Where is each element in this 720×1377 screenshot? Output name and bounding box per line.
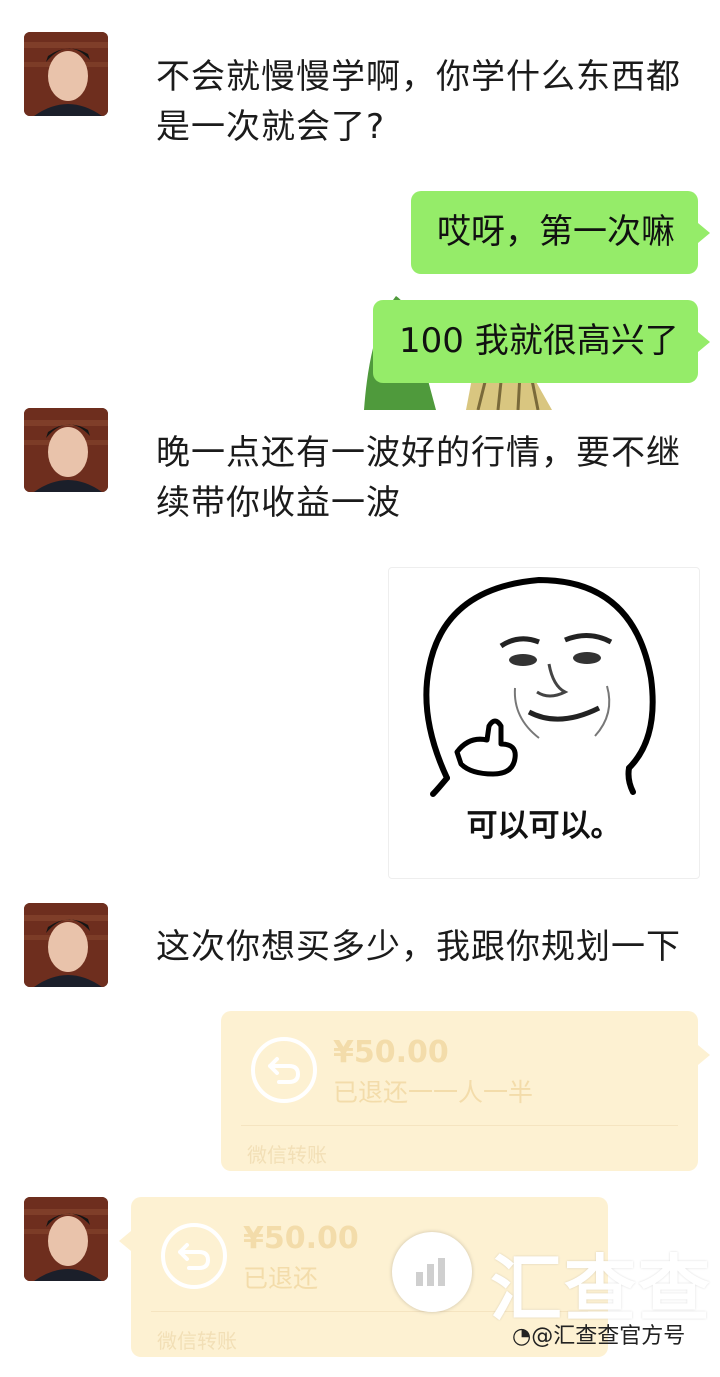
divider bbox=[241, 1125, 678, 1126]
return-arrow-icon bbox=[251, 1037, 317, 1103]
sent-message-bubble[interactable]: 哎呀，第一次嘛 bbox=[411, 191, 710, 274]
contact-avatar[interactable] bbox=[24, 903, 108, 987]
bubble-tail bbox=[698, 1045, 710, 1065]
message-line: 是一次就会了? bbox=[156, 107, 386, 147]
portrait-image bbox=[24, 408, 108, 492]
message-line: 续带你收益一波 bbox=[156, 483, 401, 523]
transfer-footer-label: 微信转账 bbox=[157, 1329, 237, 1353]
portrait-image bbox=[24, 32, 108, 116]
sticker-caption: 可以可以。 bbox=[466, 808, 622, 844]
watermark-credit-text: @汇查查官方号 bbox=[531, 1324, 686, 1349]
contact-avatar[interactable] bbox=[24, 408, 108, 492]
message-line: 晚一点还有一波好的行情，要不继 bbox=[156, 433, 681, 473]
watermark-logo-icon bbox=[392, 1232, 472, 1312]
weibo-icon: ◔ bbox=[512, 1324, 532, 1349]
message-text: 哎呀，第一次嘛 bbox=[437, 212, 675, 252]
transfer-amount: ¥50.00 bbox=[333, 1035, 449, 1070]
bubble-tail bbox=[698, 223, 710, 243]
sent-message-bubble[interactable]: 100 我就很高兴了 bbox=[373, 300, 710, 383]
thumbs-up-face-sticker-image bbox=[423, 576, 656, 797]
contact-avatar[interactable] bbox=[24, 1197, 108, 1281]
received-message-text: 这次你想买多少，我跟你规划一下 bbox=[156, 927, 681, 967]
transfer-status: 已退还一一人一半 bbox=[333, 1078, 534, 1107]
transfer-status: 已退还 bbox=[243, 1264, 319, 1293]
portrait-image bbox=[24, 903, 108, 987]
wechat-transfer-card[interactable]: ¥50.00 已退还一一人一半 微信转账 bbox=[221, 1011, 710, 1171]
message-text: 100 我就很高兴了 bbox=[399, 321, 679, 361]
bubble-tail bbox=[119, 1231, 131, 1251]
return-arrow-icon bbox=[161, 1223, 227, 1289]
watermark-credit: ◔@汇查查官方号 bbox=[512, 1318, 685, 1350]
sticker-message[interactable]: 可以可以。 bbox=[388, 567, 700, 879]
portrait-image bbox=[24, 1197, 108, 1281]
received-message-text: 晚一点还有一波好的行情，要不继 续带你收益一波 bbox=[156, 428, 681, 528]
bubble-tail bbox=[698, 332, 710, 352]
received-message-text: 不会就慢慢学啊，你学什么东西都 是一次就会了? bbox=[156, 52, 681, 152]
message-line: 不会就慢慢学啊，你学什么东西都 bbox=[156, 57, 681, 97]
transfer-amount: ¥50.00 bbox=[243, 1221, 359, 1256]
contact-avatar[interactable] bbox=[24, 32, 108, 116]
transfer-footer-label: 微信转账 bbox=[247, 1143, 327, 1167]
